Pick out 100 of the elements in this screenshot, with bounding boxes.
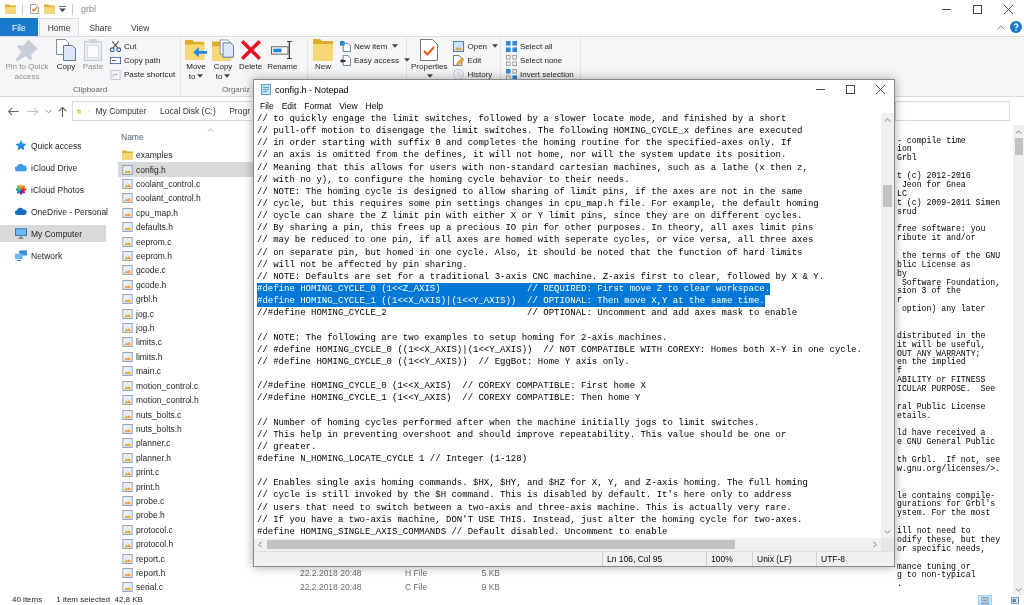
large-icons-view-button[interactable] (1008, 595, 1022, 605)
close-icon[interactable] (1004, 4, 1013, 14)
scroll-down-icon[interactable] (884, 530, 891, 534)
ribbon-button[interactable]: Cut (107, 39, 179, 53)
list-item[interactable]: planner.c (118, 436, 253, 451)
list-item[interactable]: nuts_bolts.c (118, 407, 253, 422)
close-icon[interactable] (876, 85, 885, 94)
list-item[interactable]: jog.c (118, 306, 253, 321)
maximize-icon[interactable] (846, 85, 855, 94)
scrollbar-thumb[interactable] (1014, 138, 1023, 155)
list-item[interactable]: main.c (118, 364, 253, 379)
scroll-left-icon[interactable] (258, 541, 262, 548)
scrollbar-thumb[interactable] (883, 185, 892, 207)
ribbon-button[interactable]: Copy to (210, 38, 236, 81)
nav-item[interactable]: iCloud Photos (0, 181, 106, 198)
list-item[interactable]: motion_control.h (118, 392, 253, 408)
search-field[interactable] (895, 101, 1010, 121)
back-arrow-icon[interactable] (7, 106, 19, 116)
list-item[interactable]: grbl.h (118, 292, 253, 307)
vertical-scrollbar[interactable] (881, 113, 894, 538)
menu-item[interactable]: Format (300, 101, 336, 111)
list-item[interactable]: probe.c (118, 493, 253, 509)
breadcrumb[interactable]: Local Disk (C:) (158, 106, 218, 116)
list-item[interactable]: nuts_bolts.h (118, 421, 253, 437)
menu-item[interactable]: Edit (277, 101, 301, 111)
list-item[interactable]: coolant_control.h (118, 191, 253, 206)
type-label: C File (405, 582, 429, 593)
list-item[interactable]: limits.h (118, 349, 253, 365)
ribbon-tab[interactable]: View (122, 18, 159, 36)
code-line: // will not be affected by pin sharing. (257, 259, 468, 270)
folder-icon[interactable] (5, 4, 16, 14)
nav-item[interactable]: My Computer (0, 225, 106, 242)
collapse-ribbon-icon[interactable] (997, 24, 1005, 30)
list-item[interactable]: coolant_control.c (118, 176, 253, 192)
maximize-icon[interactable] (973, 4, 982, 14)
ribbon-button[interactable]: Invert selection (503, 67, 577, 81)
ribbon-button[interactable]: Copy (53, 38, 79, 72)
scroll-up-icon[interactable] (884, 118, 891, 122)
up-arrow-icon[interactable] (58, 105, 67, 117)
list-item[interactable]: eeprom.h (118, 248, 253, 264)
list-item[interactable]: planner.h (118, 450, 253, 465)
code-line: // Meaning that this allows for users with non-standard cartesian machines, such as a lathe (x then z, (257, 162, 808, 173)
list-item[interactable]: protocol.h (118, 536, 253, 552)
nav-item[interactable]: Quick access (0, 137, 106, 154)
list-item[interactable]: examples (118, 148, 253, 163)
forward-arrow-icon[interactable] (27, 106, 39, 116)
address-bar[interactable]: My Computer Local Disk (C:) Progr (72, 101, 252, 121)
list-item[interactable]: cpu_map.h (118, 205, 253, 221)
ribbon-button[interactable]: Select all (503, 39, 577, 53)
code-line: // By sharing a pin, this frees up a precious IO pin for other purposes. In theory, all axes limit pins (257, 223, 814, 234)
ribbon-tab[interactable]: Share (80, 18, 122, 36)
list-item[interactable]: serial.c (118, 580, 253, 595)
ribbon-tab[interactable]: File (0, 18, 38, 36)
customize-caret-icon[interactable] (59, 6, 66, 12)
picture-window-icon (453, 40, 465, 52)
list-item[interactable]: config.h (118, 162, 253, 177)
vertical-scrollbar[interactable] (1013, 125, 1024, 595)
scroll-down-icon[interactable] (1015, 588, 1022, 592)
dropdown-chevron-icon[interactable] (45, 108, 52, 114)
horizontal-scrollbar[interactable] (254, 538, 881, 551)
folder-icon[interactable] (44, 4, 55, 14)
ribbon-button[interactable]: Copy path (107, 53, 179, 67)
details-view-button[interactable] (978, 595, 992, 605)
list-item[interactable]: print.h (118, 479, 253, 494)
nav-item[interactable]: Network (0, 247, 106, 264)
ribbon-button[interactable]: Rename (265, 38, 300, 72)
list-item[interactable]: limits.c (118, 335, 253, 350)
ribbon-button[interactable]: Edit (450, 53, 502, 67)
list-item[interactable]: gcode.h (118, 277, 253, 293)
column-header[interactable]: Name (121, 131, 144, 142)
list-item[interactable]: motion_control.c (118, 378, 253, 393)
checked-page-icon[interactable] (29, 4, 40, 14)
ribbon-button[interactable]: Move to (183, 38, 209, 81)
list-item[interactable]: eeprom.c (118, 234, 253, 249)
list-item[interactable]: report.h (118, 565, 253, 581)
scroll-up-icon[interactable] (1015, 130, 1022, 134)
scroll-right-icon[interactable] (873, 541, 877, 548)
list-item[interactable]: defaults.h (118, 220, 253, 235)
code-line: //#define HOMING_CYCLE_1 (1<<Y_AXIS) // COREXY COMPATIBLE: Then home Y (257, 393, 641, 404)
ribbon-tab[interactable]: Home (38, 18, 80, 36)
menu-item[interactable]: Help (361, 101, 388, 111)
ribbon-button[interactable]: Open (450, 39, 502, 53)
ribbon-button[interactable]: Select none (503, 53, 577, 67)
breadcrumb[interactable]: My Computer (93, 106, 149, 116)
menu-item[interactable]: File (256, 101, 278, 111)
breadcrumb[interactable]: Progr (227, 106, 252, 116)
scrollbar-thumb[interactable] (267, 540, 735, 549)
menu-item[interactable]: View (335, 101, 362, 111)
nav-item[interactable]: OneDrive - Personal (0, 203, 106, 220)
list-item[interactable]: probe.h (118, 508, 253, 523)
list-item[interactable]: gcode.c (118, 263, 253, 278)
list-item[interactable]: report.c (118, 551, 253, 566)
list-item[interactable]: jog.h (118, 320, 253, 336)
file-icon (122, 222, 133, 233)
ribbon-button[interactable]: New (310, 38, 336, 72)
list-item[interactable]: protocol.c (118, 522, 253, 537)
help-icon[interactable] (1010, 21, 1022, 33)
nav-item[interactable]: iCloud Drive (0, 159, 106, 176)
ribbon-button[interactable]: Delete (237, 38, 265, 72)
list-item[interactable]: print.c (118, 464, 253, 480)
